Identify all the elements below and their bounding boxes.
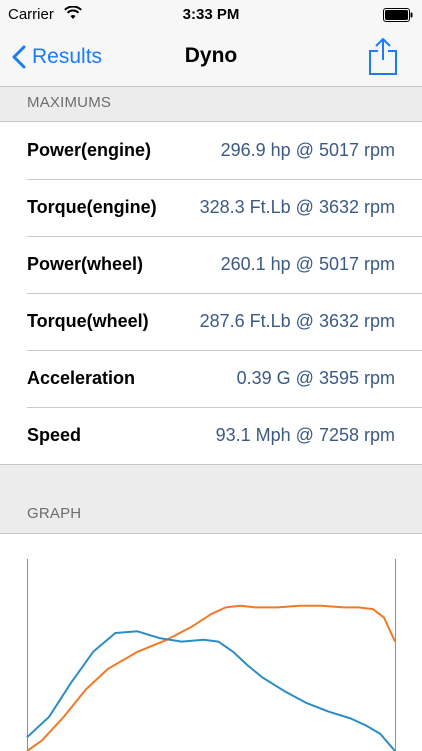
table-row: Torque(engine) 328.3 Ft.Lb @ 3632 rpm (0, 179, 422, 236)
row-label: Torque(wheel) (27, 311, 149, 331)
share-icon[interactable] (366, 36, 400, 76)
table-row: Speed 93.1 Mph @ 7258 rpm (0, 407, 422, 464)
status-time: 3:33 PM (182, 6, 240, 23)
row-value: 328.3 Ft.Lb @ 3632 rpm (199, 197, 395, 217)
table-row: Acceleration 0.39 G @ 3595 rpm (0, 350, 422, 407)
maximums-section-header: MAXIMUMS (27, 94, 112, 111)
graph-section-header: GRAPH (27, 505, 82, 522)
row-label: Power(wheel) (27, 254, 144, 274)
row-value: 287.6 Ft.Lb @ 3632 rpm (199, 311, 395, 331)
navigation-bar: Results Dyno (0, 30, 422, 87)
row-label: Torque(engine) (27, 197, 157, 217)
row-label: Power(engine) (27, 140, 152, 160)
dyno-graph (0, 533, 422, 751)
torque-curve (26, 630, 396, 751)
maximums-table: Power(engine) 296.9 hp @ 5017 rpm Torque… (0, 121, 422, 465)
row-value: 260.1 hp @ 5017 rpm (220, 254, 395, 274)
status-bar: Carrier 3:33 PM (0, 0, 422, 30)
row-value: 296.9 hp @ 5017 rpm (220, 140, 395, 160)
battery-icon (383, 8, 413, 22)
dyno-graph-canvas (26, 559, 396, 751)
row-label: Speed (27, 425, 82, 445)
page-title: Dyno (184, 44, 238, 67)
table-row: Power(wheel) 260.1 hp @ 5017 rpm (0, 236, 422, 293)
row-value: 0.39 G @ 3595 rpm (236, 368, 395, 388)
table-row: Power(engine) 296.9 hp @ 5017 rpm (0, 122, 422, 179)
table-row: Torque(wheel) 287.6 Ft.Lb @ 3632 rpm (0, 293, 422, 350)
row-value: 93.1 Mph @ 7258 rpm (215, 425, 395, 445)
power-curve (26, 604, 396, 751)
row-label: Acceleration (27, 368, 136, 388)
